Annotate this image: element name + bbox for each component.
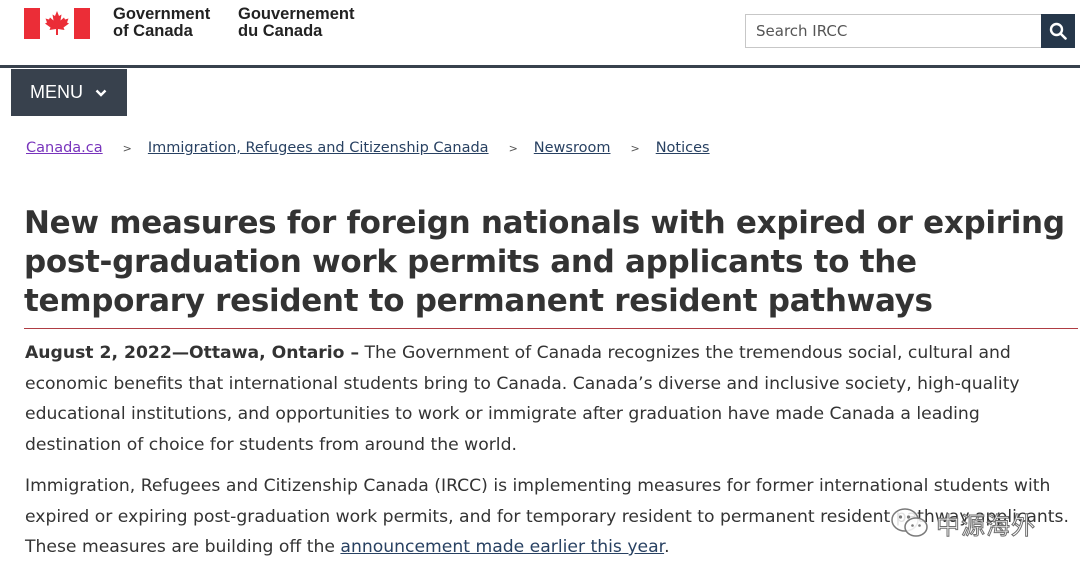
article-paragraph-1: August 2, 2022—Ottawa, Ontario – The Gov… [25,338,1075,460]
breadcrumb-separator: > [630,141,640,155]
breadcrumb-notices[interactable]: Notices [656,140,710,156]
search-icon [1049,22,1067,40]
breadcrumb-separator: > [508,141,518,155]
breadcrumb-ircc[interactable]: Immigration, Refugees and Citizenship Ca… [148,140,489,156]
page-title: New measures for foreign nationals with … [24,205,1065,319]
announcement-link[interactable]: announcement made earlier this year [340,537,664,557]
search-input[interactable] [745,14,1041,48]
breadcrumb-separator: > [122,141,132,155]
canada-flag-icon[interactable] [24,8,90,39]
signature-fr-line2: du Canada [238,22,323,40]
breadcrumb-canada-ca[interactable]: Canada.ca [26,140,103,156]
search-form [745,14,1075,48]
paragraph-2-end: . [664,537,670,557]
title-underline [24,328,1078,329]
signature-fr-line1: Gouvernement [238,5,355,23]
site-header: Government of Canada Gouvernement du Can… [0,0,1080,68]
menu-button[interactable]: MENU [11,69,127,116]
dateline: August 2, 2022—Ottawa, Ontario – [25,343,360,363]
government-signature-en[interactable]: Government of Canada [113,6,210,40]
chevron-down-icon [95,82,107,103]
signature-en-line1: Government [113,5,211,23]
breadcrumb-newsroom[interactable]: Newsroom [534,140,611,156]
breadcrumb: Canada.ca > Immigration, Refugees and Ci… [26,138,710,158]
government-signature-fr[interactable]: Gouvernement du Canada [238,6,354,40]
menu-label: MENU [30,82,83,102]
article-paragraph-2: Immigration, Refugees and Citizenship Ca… [25,471,1075,563]
search-button[interactable] [1041,14,1075,48]
signature-en-line2: of Canada [113,22,193,40]
